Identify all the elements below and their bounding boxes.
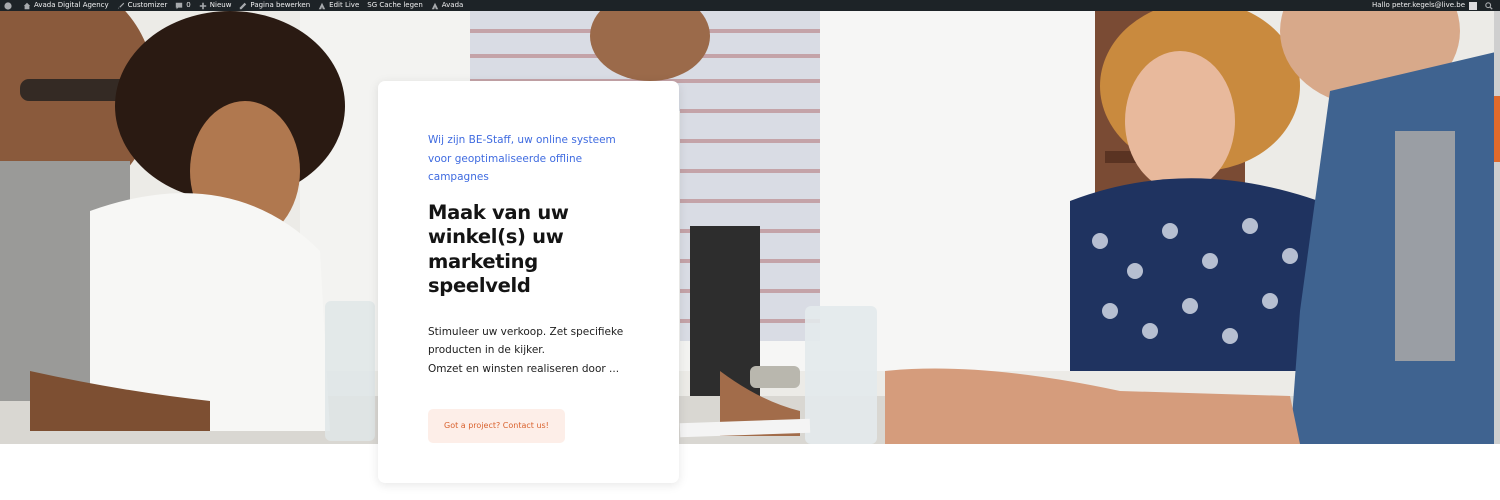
- customizer-label: Customizer: [127, 1, 168, 9]
- avada-menu-label: Avada: [441, 1, 464, 9]
- search-button[interactable]: [1481, 0, 1500, 11]
- wordpress-logo-button[interactable]: [0, 0, 19, 11]
- brush-icon: [117, 2, 124, 9]
- new-content-label: Nieuw: [209, 1, 232, 9]
- plus-icon: [199, 2, 206, 9]
- hero-description-line2: Omzet en winsten realiseren door ...: [428, 362, 620, 375]
- avada-icon: [431, 2, 438, 9]
- greeting-label: Hallo peter.kegels@live.be: [1372, 1, 1465, 9]
- scrollbar-thumb[interactable]: [1494, 96, 1500, 162]
- home-icon: [23, 2, 31, 9]
- comment-icon: [176, 2, 183, 9]
- comments-link[interactable]: 0: [171, 0, 194, 11]
- avatar: [1469, 1, 1477, 10]
- comments-count: 0: [186, 1, 191, 9]
- hero-heading: Maak van uw winkel(s) uw marketing speel…: [428, 200, 569, 298]
- hero-description-line1: Stimuleer uw verkoop. Zet specifieke pro…: [428, 325, 624, 357]
- edit-live-link[interactable]: Edit Live: [314, 0, 363, 11]
- account-menu[interactable]: Hallo peter.kegels@live.be: [1368, 0, 1481, 11]
- hero-photo-illustration: [0, 11, 1500, 444]
- wp-admin-bar: Avada Digital Agency Customizer 0 Nieuw …: [0, 0, 1500, 11]
- sg-cache-link[interactable]: SG Cache legen: [363, 0, 427, 11]
- hero-description: Stimuleer uw verkoop. Zet specifieke pro…: [428, 323, 638, 379]
- new-content-link[interactable]: Nieuw: [195, 0, 236, 11]
- site-name-link[interactable]: Avada Digital Agency: [19, 0, 113, 11]
- edit-live-label: Edit Live: [329, 1, 360, 9]
- pencil-icon: [240, 2, 247, 9]
- edit-page-label: Pagina bewerken: [250, 1, 311, 9]
- page-scrollbar[interactable]: [1494, 11, 1500, 444]
- customizer-link[interactable]: Customizer: [113, 0, 172, 11]
- hero-eyebrow: Wij zijn BE-Staff, uw online systeem voo…: [428, 134, 616, 183]
- avada-menu-link[interactable]: Avada: [427, 0, 468, 11]
- edit-page-link[interactable]: Pagina bewerken: [235, 0, 314, 11]
- contact-us-button[interactable]: Got a project? Contact us!: [428, 409, 565, 443]
- sg-cache-label: SG Cache legen: [367, 1, 423, 9]
- page-content-area: [0, 444, 1500, 500]
- hero-image: [0, 11, 1500, 444]
- hero-card: Wij zijn BE-Staff, uw online systeem voo…: [378, 81, 679, 483]
- site-name-label: Avada Digital Agency: [34, 1, 109, 9]
- search-icon: [1485, 1, 1493, 10]
- avada-icon: [318, 2, 326, 9]
- wordpress-icon: [4, 1, 12, 10]
